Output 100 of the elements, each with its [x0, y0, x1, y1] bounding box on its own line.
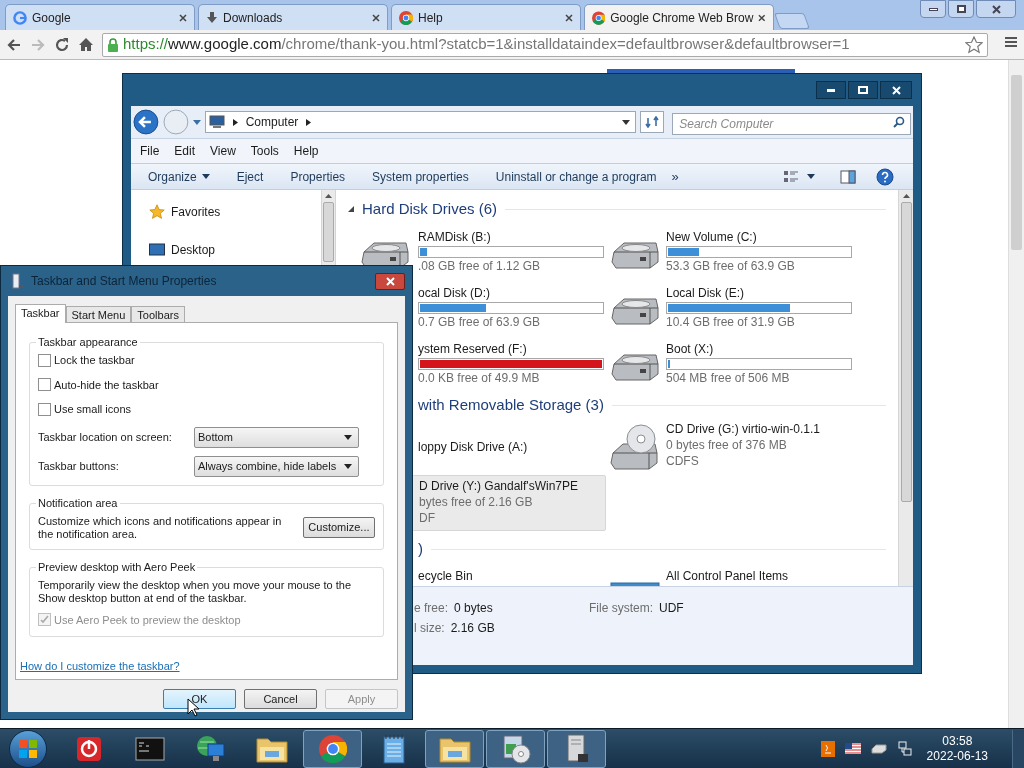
hard-drive-icon [610, 352, 660, 382]
group-heading[interactable]: Hard Disk Drives (6) [362, 197, 497, 221]
view-options-icon[interactable] [783, 169, 799, 184]
command-button[interactable]: Properties [290, 167, 346, 186]
dialog-button[interactable]: Cancel [244, 689, 317, 709]
close-icon[interactable] [372, 13, 380, 22]
group-heading[interactable]: ) [418, 537, 423, 561]
drive-item[interactable]: All Control Panel Items [606, 566, 898, 586]
scroll-up-icon[interactable] [325, 194, 332, 198]
drive-icon[interactable] [870, 743, 887, 754]
drive-name[interactable]: Local Disk (E:) [666, 286, 854, 301]
chevron-right-icon[interactable] [306, 118, 312, 126]
menu-item[interactable]: Help [293, 142, 319, 160]
drive-name[interactable]: ocal Disk (D:) [418, 286, 606, 301]
menu-item[interactable]: Tools [250, 142, 279, 160]
close-button[interactable] [976, 0, 1016, 18]
drive-item[interactable]: RAMDisk (B:) .08 GB free of 1.12 GB [356, 227, 606, 283]
checkbox[interactable] [38, 353, 51, 367]
star-icon [149, 204, 165, 220]
content-scrollbar[interactable] [898, 190, 913, 586]
network-icon[interactable] [896, 740, 913, 757]
close-icon[interactable] [758, 13, 766, 22]
close-icon[interactable] [565, 13, 573, 22]
command-button[interactable]: Uninstall or change a program [495, 167, 657, 186]
collapse-arrow-icon[interactable] [348, 206, 354, 212]
bookmark-star-icon[interactable] [965, 35, 983, 54]
checkbox[interactable] [38, 378, 51, 392]
browser-tab[interactable]: Google [5, 4, 195, 30]
aero-peek-description: Temporarily view the desktop when you move your mouse to the Show desktop button at end of the taskbar. [38, 578, 353, 605]
breadcrumb-item[interactable]: Computer [245, 113, 299, 131]
back-icon[interactable] [6, 36, 22, 53]
drive-name[interactable]: All Control Panel Items [666, 569, 854, 584]
search-field[interactable]: Search Computer [672, 113, 911, 135]
close-icon[interactable] [179, 13, 187, 22]
checkbox[interactable] [38, 402, 51, 416]
menu-icon[interactable] [1004, 35, 1018, 49]
chevron-right-icon[interactable] [232, 118, 238, 126]
page-scrollbar[interactable] [1008, 60, 1024, 728]
drive-item[interactable]: Local Disk (E:) 10.4 GB free of 31.9 GB [606, 283, 898, 339]
dialog-tab[interactable]: Toolbars [131, 306, 185, 322]
command-button[interactable]: Organize [148, 167, 210, 186]
taskbar-button[interactable] [547, 729, 606, 768]
drive-name[interactable]: Boot (X:) [666, 342, 854, 357]
reload-icon[interactable] [54, 36, 70, 53]
group-heading[interactable]: with Removable Storage (3) [418, 393, 604, 417]
select-field[interactable]: Bottom [194, 426, 359, 448]
drive-name[interactable]: loppy Disk Drive (A:) [418, 439, 606, 455]
scrollbar-thumb[interactable] [1011, 75, 1022, 250]
refresh-button[interactable] [640, 111, 665, 133]
browser-tab[interactable]: Google Chrome Web Brow [584, 4, 774, 30]
dialog-button[interactable]: OK [163, 689, 236, 709]
back-icon[interactable] [133, 109, 159, 135]
browser-tab[interactable]: Downloads [198, 4, 388, 30]
drive-item[interactable]: Boot (X:) 504 MB free of 506 MB [606, 339, 898, 395]
scrollbar-thumb[interactable] [323, 202, 334, 262]
drive-free-space: 0.0 KB free of 49.9 MB [418, 370, 541, 386]
caret-icon [807, 174, 815, 179]
scrollbar-thumb[interactable] [900, 202, 912, 502]
maximize-button[interactable] [848, 81, 878, 99]
help-icon[interactable] [876, 167, 894, 186]
taskbar-button[interactable] [486, 729, 545, 768]
command-button[interactable]: Eject [236, 167, 264, 186]
dialog-tab[interactable]: Start Menu [65, 306, 132, 322]
search-icon [893, 116, 905, 128]
scroll-up-icon[interactable] [902, 194, 910, 198]
customize-button[interactable]: Customize... [302, 517, 375, 538]
tab-title: Help [418, 9, 444, 27]
select-field[interactable]: Always combine, hide labels [194, 455, 359, 477]
minimize-button[interactable] [920, 0, 946, 18]
menu-item[interactable]: View [210, 142, 236, 160]
preview-pane-icon[interactable] [840, 169, 856, 184]
command-button[interactable]: System properties [372, 167, 469, 186]
clock[interactable]: 03:58 2022-06-13 [926, 733, 988, 764]
browser-tab[interactable]: Help [391, 4, 581, 30]
drive-name[interactable]: CD Drive (G:) virtio-win-0.1.1 [666, 422, 854, 437]
drive-name[interactable]: ystem Reserved (F:) [418, 342, 606, 357]
drive-item[interactable]: CD Drive (G:) virtio-win-0.1.1 0 bytes free of 376 MB CDFS [606, 419, 898, 475]
navigation-item[interactable]: Desktop [149, 241, 321, 259]
drive-name[interactable]: New Volume (C:) [666, 230, 854, 245]
navigation-item[interactable]: Favorites [149, 203, 321, 221]
drive-name[interactable]: D Drive (Y:) Gandalf'sWin7PE [419, 479, 605, 494]
drive-name[interactable]: RAMDisk (B:) [418, 230, 606, 245]
close-button[interactable] [375, 272, 405, 290]
minimize-button[interactable] [816, 81, 846, 99]
start-button[interactable] [9, 729, 47, 768]
menu-item[interactable]: Edit [174, 142, 196, 160]
menu-item[interactable]: File [140, 142, 160, 160]
close-button[interactable] [880, 81, 912, 99]
restore-button[interactable] [948, 0, 974, 18]
drive-item[interactable]: New Volume (C:) 53.3 GB free of 63.9 GB [606, 227, 898, 283]
help-link[interactable]: How do I customize the taskbar? [20, 658, 384, 675]
dialog-tab[interactable]: Taskbar [15, 304, 66, 323]
more-commands-button[interactable]: » [671, 166, 783, 187]
drive-name[interactable]: ecycle Bin [418, 569, 606, 584]
home-icon[interactable] [78, 36, 94, 53]
address-field[interactable]: https://www.google.com/chrome/thank-you.html?statcb=1&installdataindex=defaultbrowser&defaultbrowser=1 [102, 32, 988, 57]
taskbar-button[interactable] [425, 729, 484, 768]
flag-icon[interactable] [844, 743, 861, 754]
address-bar[interactable]: Computer [204, 111, 637, 133]
java-icon[interactable] [820, 740, 835, 757]
